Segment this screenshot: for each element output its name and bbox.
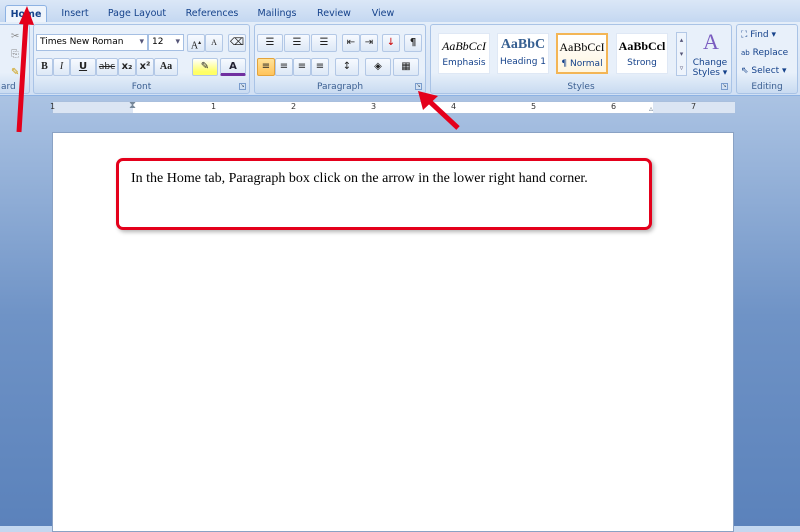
arrow-to-paragraph-launcher — [418, 91, 460, 130]
arrow-to-home-tab — [16, 6, 34, 133]
annotation-arrows — [16, 6, 460, 133]
